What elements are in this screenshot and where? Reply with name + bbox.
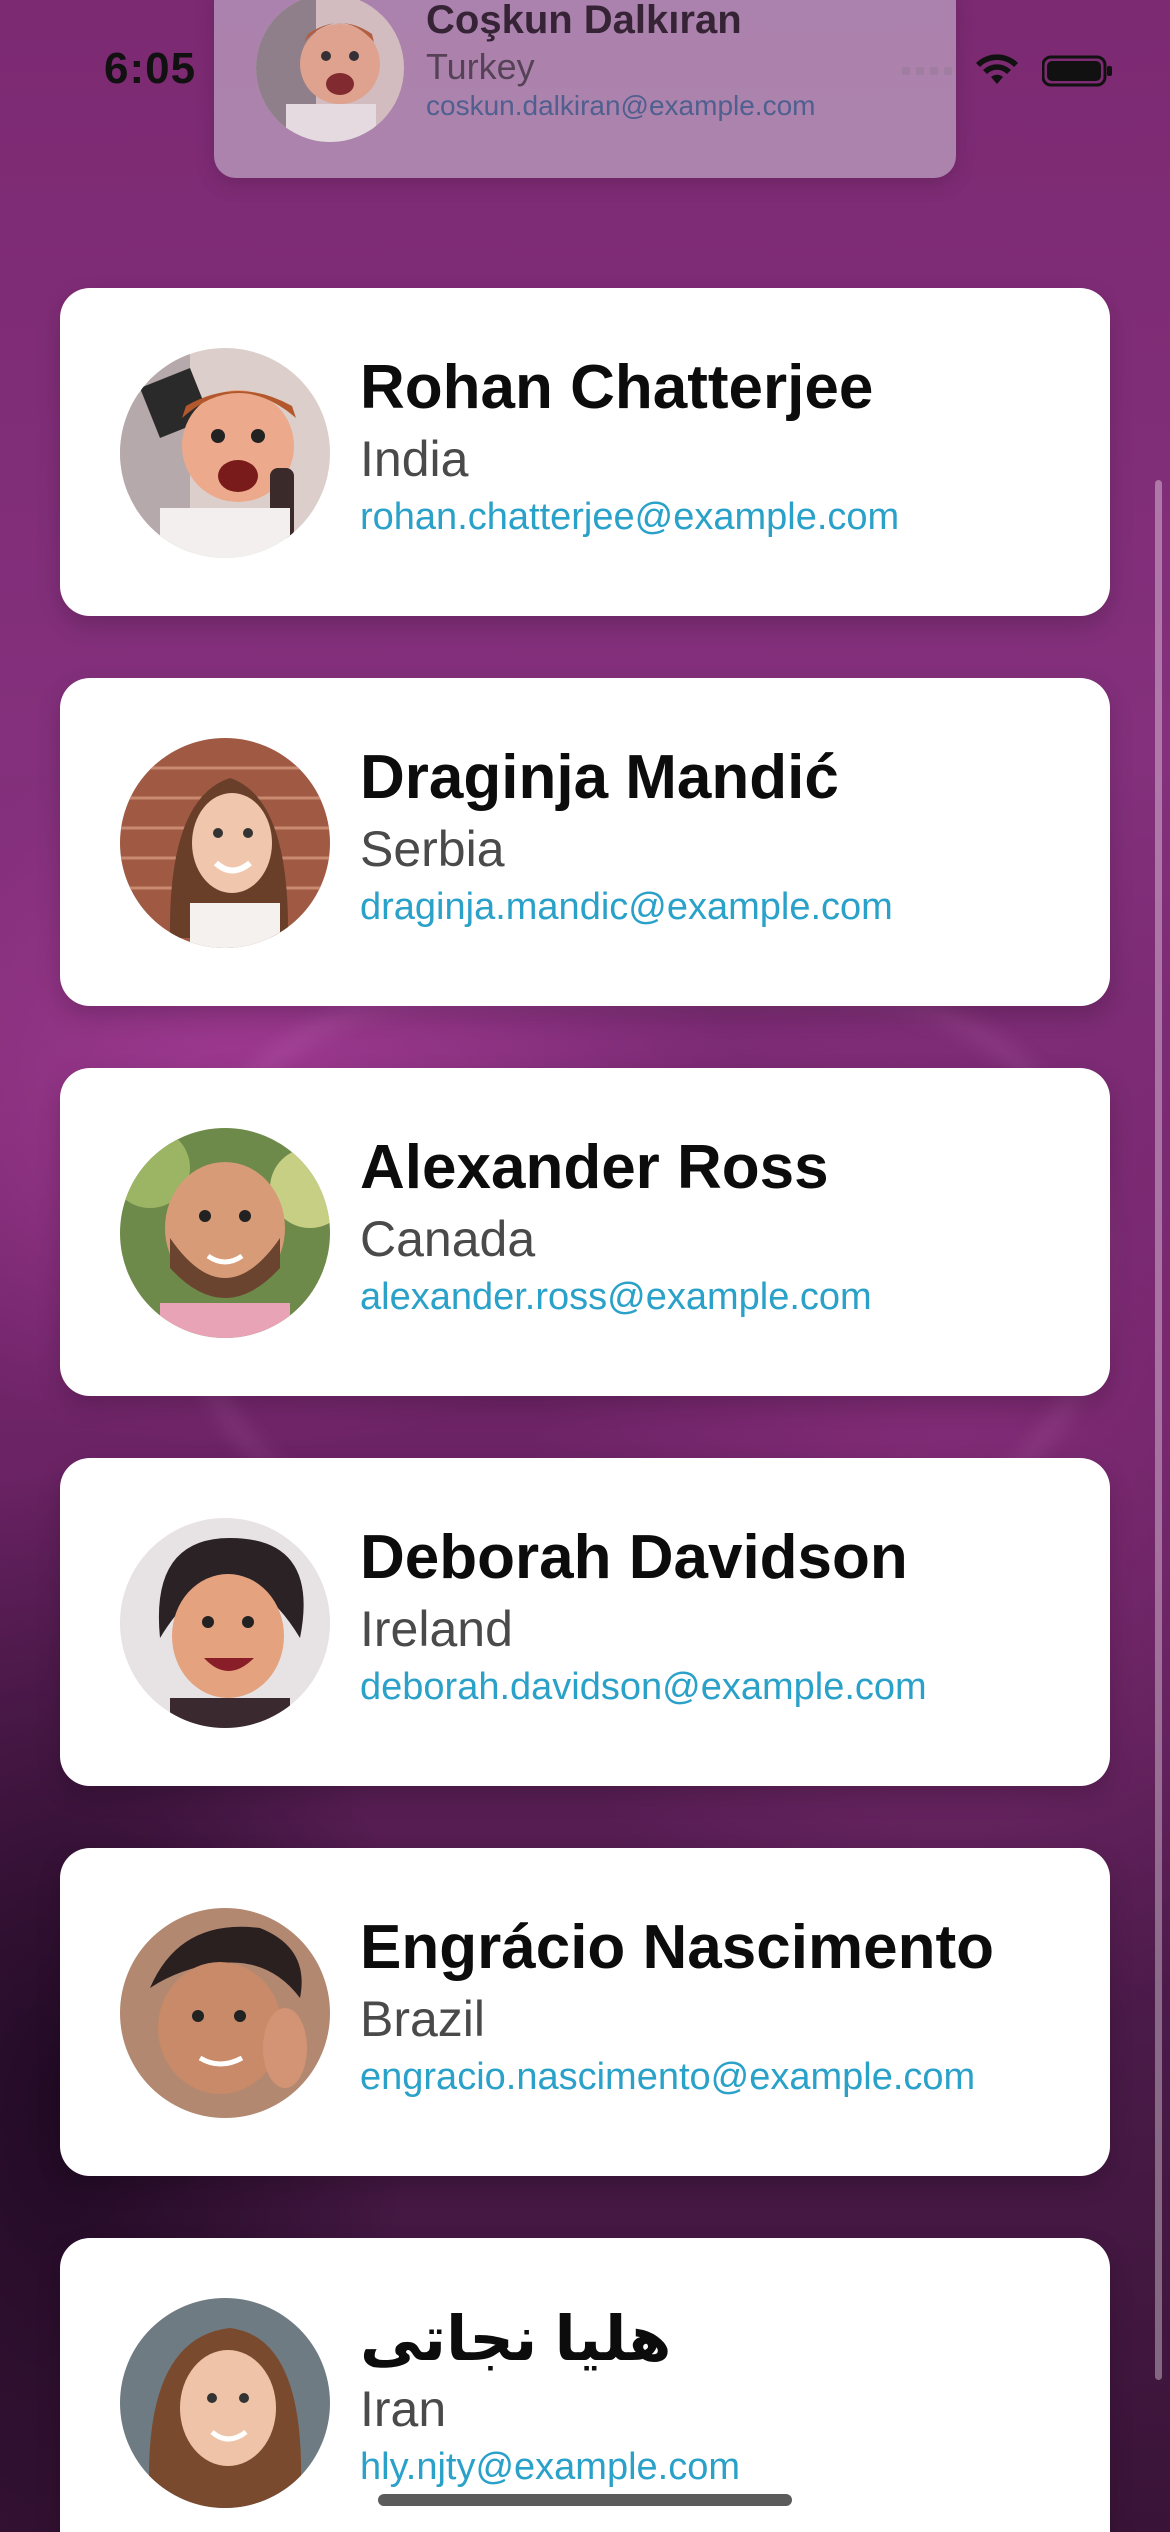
contact-email[interactable]: coskun.dalkiran@example.com <box>426 90 815 122</box>
avatar <box>120 2298 330 2508</box>
contact-card[interactable]: Deborah Davidson Ireland deborah.davidso… <box>60 1458 1110 1786</box>
avatar <box>120 1908 330 2118</box>
contact-card[interactable]: هلیا نجاتی Iran hly.njty@example.com <box>60 2238 1110 2532</box>
status-time: 6:05 <box>104 44 197 93</box>
avatar <box>120 348 330 558</box>
contact-email[interactable]: engracio.nascimento@example.com <box>360 2056 975 2099</box>
contact-name: Deborah Davidson <box>360 1523 908 1592</box>
contact-country: Serbia <box>360 821 505 877</box>
contact-country: Iran <box>360 2381 447 2437</box>
contact-card[interactable]: Engrácio Nascimento Brazil engracio.nasc… <box>60 1848 1110 2176</box>
contact-card[interactable]: Alexander Ross Canada alexander.ross@exa… <box>60 1068 1110 1396</box>
contact-country: Turkey <box>426 46 535 87</box>
contact-name: Draginja Mandić <box>360 743 839 812</box>
contact-email[interactable]: draginja.mandic@example.com <box>360 886 893 929</box>
contact-email[interactable]: alexander.ross@example.com <box>360 1276 872 1319</box>
contact-name: Alexander Ross <box>360 1133 829 1202</box>
contact-list: Rohan Chatterjee India rohan.chatterjee@… <box>60 288 1110 2532</box>
contact-country: Brazil <box>360 1991 486 2047</box>
contact-country: Canada <box>360 1211 536 1267</box>
contact-email[interactable]: rohan.chatterjee@example.com <box>360 496 899 539</box>
scroll-indicator[interactable] <box>1155 480 1162 2380</box>
contact-email[interactable]: deborah.davidson@example.com <box>360 1666 927 1709</box>
contact-name: Coşkun Dalkıran <box>426 0 742 42</box>
contact-name: Engrácio Nascimento <box>360 1913 994 1982</box>
contact-country: India <box>360 431 469 487</box>
avatar <box>120 1128 330 1338</box>
avatar <box>256 0 404 142</box>
contact-name: Rohan Chatterjee <box>360 353 874 422</box>
wifi-icon <box>976 54 1018 84</box>
avatar <box>120 1518 330 1728</box>
battery-icon <box>1042 55 1112 87</box>
avatar <box>120 738 330 948</box>
home-indicator[interactable] <box>378 2494 792 2506</box>
contact-country: Ireland <box>360 1601 513 1657</box>
contact-email[interactable]: hly.njty@example.com <box>360 2446 740 2489</box>
contact-card[interactable]: Draginja Mandić Serbia draginja.mandic@e… <box>60 678 1110 1006</box>
contact-card[interactable]: Rohan Chatterjee India rohan.chatterjee@… <box>60 288 1110 616</box>
dragging-contact-card[interactable]: Coşkun Dalkıran Turkey coskun.dalkiran@e… <box>214 0 956 178</box>
contact-name: هلیا نجاتی <box>360 2305 672 2374</box>
